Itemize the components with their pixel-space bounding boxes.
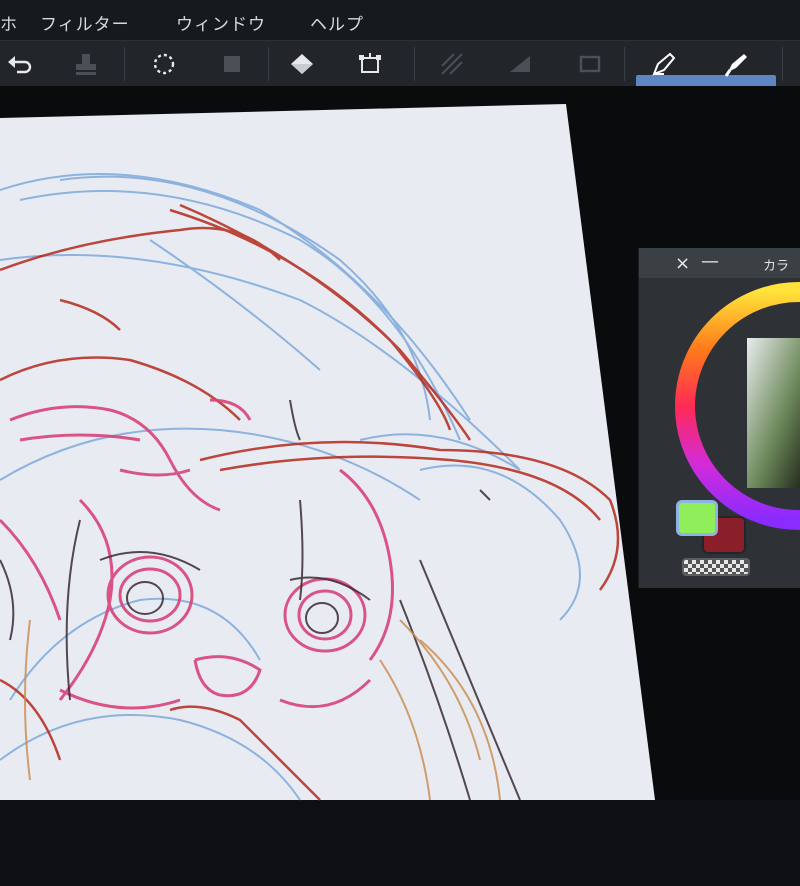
stamp-button[interactable]: [66, 46, 106, 82]
brush-icon: [724, 54, 747, 77]
menu-item-display[interactable]: ホ: [0, 10, 18, 35]
frame-button[interactable]: [570, 46, 610, 82]
layer-button[interactable]: [212, 46, 252, 82]
layer-icon: [224, 56, 240, 72]
toolbar-divider: [124, 47, 125, 81]
hatch-button[interactable]: [432, 46, 472, 82]
toolbar-divider: [414, 47, 415, 81]
fill-bucket-button[interactable]: [282, 46, 322, 82]
toolbar-divider: [268, 47, 269, 81]
frame-icon: [579, 55, 601, 73]
foreground-color-swatch[interactable]: [676, 500, 718, 536]
gradient-icon: [510, 56, 530, 72]
menu-item-window[interactable]: ウィンドウ: [176, 10, 266, 35]
stamp-icon: [76, 54, 96, 75]
color-panel-header[interactable]: × — カラ: [639, 248, 800, 278]
pen-tool-button[interactable]: [644, 46, 684, 82]
hatch-icon: [441, 53, 463, 75]
menu-bar: ホ フィルター ウィンドウ ヘルプ: [0, 0, 800, 40]
brush-tool-button[interactable]: [716, 46, 756, 82]
close-icon[interactable]: ×: [675, 253, 690, 274]
undo-icon: [8, 56, 32, 74]
toolbar-divider: [782, 47, 783, 81]
canvas-paper: [0, 104, 655, 800]
toolbar-divider: [624, 47, 625, 81]
transform-icon: [359, 53, 381, 73]
gradient-button[interactable]: [500, 46, 540, 82]
toolbar: [0, 40, 800, 115]
fill-bucket-icon: [291, 54, 313, 74]
lasso-select-icon: [153, 53, 175, 75]
minimize-icon[interactable]: —: [701, 251, 719, 272]
lasso-select-button[interactable]: [144, 46, 184, 82]
transparent-color-swatch[interactable]: [682, 558, 750, 576]
menu-item-filter[interactable]: フィルター: [40, 10, 130, 35]
color-panel-title: カラ: [763, 259, 790, 274]
menu-item-help[interactable]: ヘルプ: [310, 10, 364, 35]
transform-button[interactable]: [350, 46, 390, 82]
undo-button[interactable]: [0, 46, 40, 82]
pen-icon: [652, 52, 676, 76]
